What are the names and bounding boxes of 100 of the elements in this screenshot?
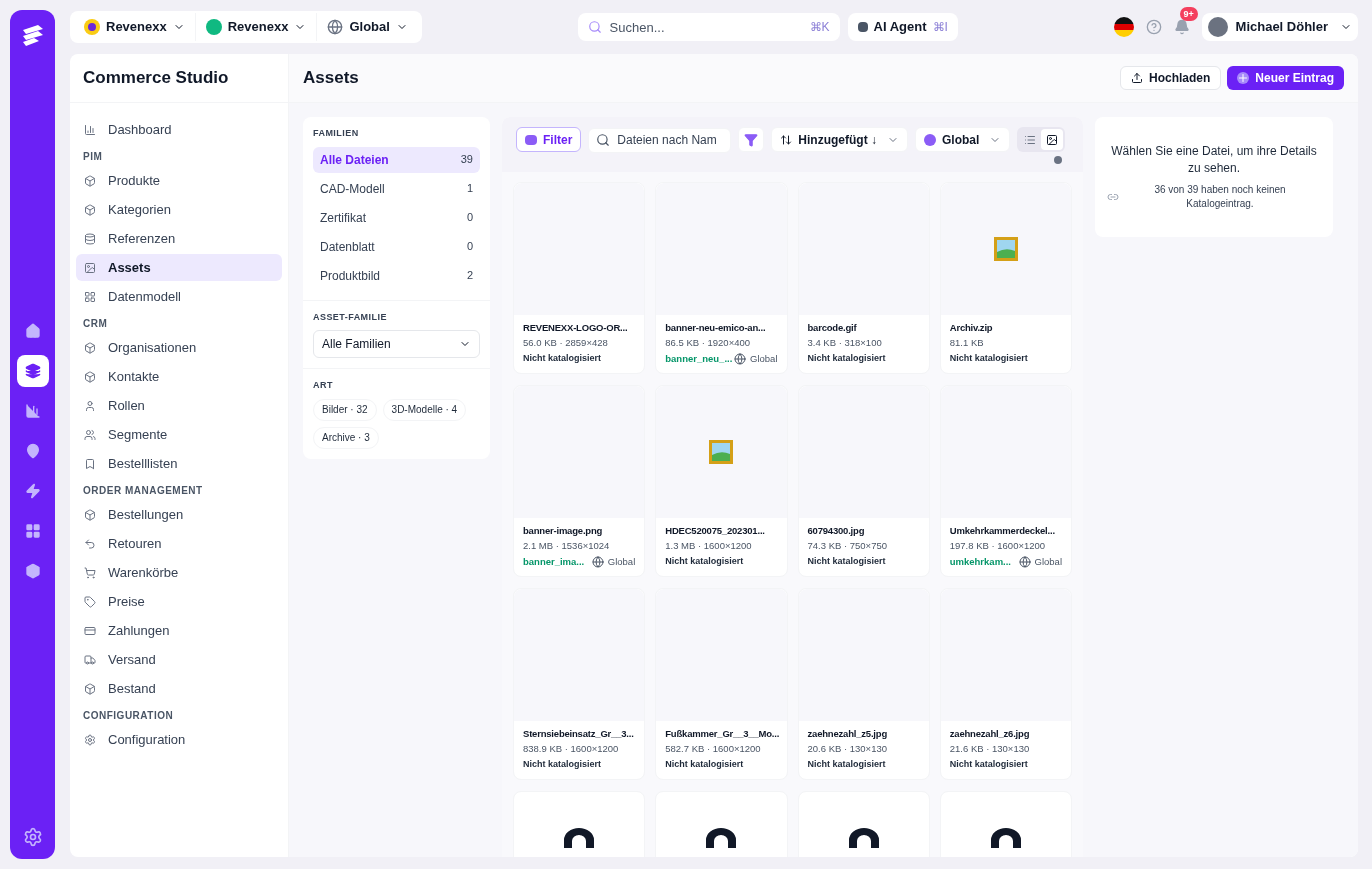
sidebar-item[interactable]: Configuration bbox=[76, 726, 282, 753]
file-meta: 582.7 KB · 1600×1200 bbox=[665, 742, 762, 756]
sort-select[interactable]: Hinzugefügt ↓ bbox=[771, 127, 908, 152]
sidebar-item[interactable]: Organisationen bbox=[76, 334, 282, 361]
file-name: Fußkammer_Gr__3__Mo... bbox=[665, 727, 780, 740]
scope-label: Global bbox=[1034, 555, 1062, 570]
sidebar-item[interactable]: Bestelllisten bbox=[76, 450, 282, 477]
new-entry-button[interactable]: Neuer Eintrag bbox=[1227, 66, 1344, 90]
file-meta: 197.8 KB · 1600×1200 bbox=[949, 539, 1047, 553]
context-selector[interactable]: Revenexx bbox=[74, 13, 196, 41]
asset-card[interactable]: Fußkammer_Gr__3__Mo... 582.7 KB · 1600×1200 Nicht katalogisiert bbox=[655, 588, 788, 780]
file-name: banner-neu-emico-an... bbox=[665, 321, 766, 334]
asset-card[interactable]: Archiv.zip 81.1 KB Nicht katalogisiert bbox=[939, 182, 1072, 374]
catalog-status: Nicht katalogisiert bbox=[665, 758, 745, 772]
catalog-link[interactable]: banner_ima... bbox=[523, 555, 585, 570]
catalog-status: Nicht katalogisiert bbox=[665, 555, 745, 569]
asset-card[interactable]: banner-image.png 2.1 MB · 1536×1024 banner_ima... Global bbox=[513, 385, 646, 577]
scope-select[interactable]: Global bbox=[915, 127, 1011, 152]
file-name: zaehnezahl_z6.jpg bbox=[949, 727, 1030, 740]
catalog-note: 36 von 39 haben noch keinen Katalogeintrag. bbox=[1153, 183, 1287, 211]
asset-card[interactable]: HDEC520075_202301... 1.3 MB · 1600×1200 Nicht katalogisiert bbox=[655, 385, 788, 577]
family-item[interactable]: Datenblatt 0 bbox=[313, 233, 480, 260]
family-item[interactable]: Produktbild 2 bbox=[313, 262, 480, 289]
scope-label: Global bbox=[750, 352, 778, 367]
file-name: REVENEXX-LOGO-OR... bbox=[523, 321, 628, 334]
asset-card[interactable]: barcode.gif 3.4 KB · 318×100 Nicht katalogisiert bbox=[797, 182, 930, 374]
section-heading: ART bbox=[313, 379, 334, 392]
details-hint: Wählen Sie eine Datei, um ihre Details zu sehen. bbox=[1110, 143, 1318, 177]
file-meta: 2.1 MB · 1536×1024 bbox=[523, 539, 611, 553]
sidebar-item[interactable]: Segmente bbox=[76, 421, 282, 448]
asset-card[interactable]: Umkehrkammerdeckel... 197.8 KB · 1600×1200 umkehrkam... Global bbox=[939, 385, 1072, 577]
notification-badge: 9+ bbox=[1179, 7, 1198, 21]
family-item[interactable]: Zertifikat 0 bbox=[313, 204, 480, 231]
asset-card[interactable]: 60794300.jpg 74.3 KB · 750×750 Nicht katalogisiert bbox=[797, 385, 930, 577]
catalog-status: Nicht katalogisiert bbox=[523, 352, 603, 366]
file-meta: 20.6 KB · 130×130 bbox=[807, 742, 888, 756]
sidebar-title: Commerce Studio bbox=[70, 54, 288, 103]
sidebar-item[interactable]: Rollen bbox=[76, 392, 282, 419]
shortcut-hint: ⌘K bbox=[809, 19, 830, 35]
section-heading: FAMILIEN bbox=[313, 127, 360, 140]
file-meta: 56.0 KB · 2859×428 bbox=[523, 336, 609, 350]
file-name: Archiv.zip bbox=[949, 321, 993, 334]
sidebar-item[interactable]: Bestellungen bbox=[76, 501, 282, 528]
sidebar-item[interactable]: Produkte bbox=[76, 167, 282, 194]
catalog-status: Nicht katalogisiert bbox=[807, 352, 887, 366]
asset-card[interactable]: zaehnezahl_z5.jpg 20.6 KB · 130×130 Nicht katalogisiert bbox=[797, 588, 930, 780]
page-title: Assets bbox=[303, 67, 359, 90]
sidebar-item[interactable]: Warenkörbe bbox=[76, 559, 282, 586]
file-meta: 1.3 MB · 1600×1200 bbox=[665, 539, 753, 553]
file-meta: 74.3 KB · 750×750 bbox=[807, 539, 888, 553]
asset-card[interactable]: zaehnezahl_z6.jpg 21.6 KB · 130×130 Nicht katalogisiert bbox=[939, 588, 1072, 780]
file-meta: 81.1 KB bbox=[949, 336, 985, 350]
sidebar-item[interactable]: Datenmodell bbox=[76, 283, 282, 310]
file-search-field[interactable]: Dateien nach Nam bbox=[588, 127, 732, 153]
file-meta: 86.5 KB · 1920×400 bbox=[665, 336, 752, 350]
file-meta: 3.4 KB · 318×100 bbox=[807, 336, 883, 350]
sidebar-item[interactable]: Dashboard bbox=[76, 116, 282, 143]
upload-button[interactable]: Hochladen bbox=[1119, 66, 1222, 90]
sidebar-item[interactable]: Zahlungen bbox=[76, 617, 282, 644]
catalog-status: Nicht katalogisiert bbox=[949, 758, 1029, 772]
sidebar-item[interactable]: Retouren bbox=[76, 530, 282, 557]
user-menu[interactable]: Michael Döhler bbox=[1201, 13, 1358, 41]
sidebar-item[interactable]: Versand bbox=[76, 646, 282, 673]
file-name: Sternsiebeinsatz_Gr__3... bbox=[523, 727, 634, 740]
section-heading: PIM bbox=[82, 150, 104, 164]
section-heading: ASSET-FAMILIE bbox=[313, 310, 388, 324]
filter-button[interactable]: Filter bbox=[516, 127, 582, 152]
sidebar-item[interactable]: Preise bbox=[76, 588, 282, 615]
file-meta: 838.9 KB · 1600×1200 bbox=[523, 742, 620, 756]
catalog-status: Nicht katalogisiert bbox=[949, 352, 1029, 366]
family-select[interactable]: Alle Familien bbox=[313, 330, 480, 358]
file-meta: 21.6 KB · 130×130 bbox=[949, 742, 1031, 756]
section-heading: CRM bbox=[82, 317, 109, 331]
scope-label: Global bbox=[607, 555, 636, 570]
section-heading: ORDER MANAGEMENT bbox=[82, 484, 204, 498]
asset-card[interactable]: REVENEXX-LOGO-OR... 56.0 KB · 2859×428 Nicht katalogisiert bbox=[513, 182, 646, 374]
file-name: barcode.gif bbox=[807, 321, 857, 334]
file-name: Umkehrkammerdeckel... bbox=[949, 524, 1055, 537]
sidebar-item[interactable]: Referenzen bbox=[76, 225, 282, 252]
catalog-link[interactable]: umkehrkam... bbox=[949, 555, 1011, 570]
sidebar-item[interactable]: Assets bbox=[76, 254, 282, 281]
family-item[interactable]: Alle Dateien 39 bbox=[313, 146, 480, 173]
asset-card[interactable]: banner-neu-emico-an... 86.5 KB · 1920×400 banner_neu_... Global bbox=[655, 182, 788, 374]
catalog-link[interactable]: banner_neu_... bbox=[665, 352, 733, 367]
section-heading: CONFIGURATION bbox=[82, 709, 175, 723]
file-name: 60794300.jpg bbox=[807, 524, 865, 537]
sidebar-item[interactable]: Kontakte bbox=[76, 363, 282, 390]
asset-card[interactable]: Sternsiebeinsatz_Gr__3... 838.9 KB · 1600×1200 Nicht katalogisiert bbox=[513, 588, 646, 780]
catalog-status: Nicht katalogisiert bbox=[523, 758, 603, 772]
file-name: HDEC520075_202301... bbox=[665, 524, 765, 537]
ai-agent-button[interactable]: AI Agent ⌘I bbox=[847, 13, 958, 41]
sidebar-item[interactable]: Kategorien bbox=[76, 196, 282, 223]
file-name: zaehnezahl_z5.jpg bbox=[807, 727, 887, 740]
catalog-status: Nicht katalogisiert bbox=[807, 758, 887, 772]
context-selector[interactable]: Revenexx bbox=[195, 13, 318, 41]
context-selector[interactable]: Global bbox=[317, 13, 418, 41]
family-item[interactable]: CAD-Modell 1 bbox=[313, 175, 480, 202]
catalog-status: Nicht katalogisiert bbox=[807, 555, 887, 569]
sidebar-item[interactable]: Bestand bbox=[76, 675, 282, 702]
file-name: banner-image.png bbox=[523, 524, 603, 537]
